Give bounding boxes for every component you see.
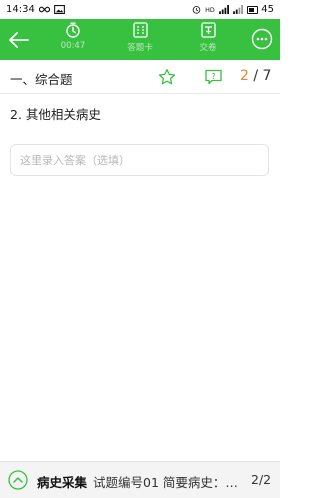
star-icon[interactable]: [158, 68, 176, 86]
answer-card-label: 答题卡: [127, 43, 153, 53]
case-page: 2/2: [251, 472, 272, 487]
more-button[interactable]: [251, 28, 273, 50]
top-toolbar: 00:47 答题卡 交卷: [0, 19, 280, 60]
case-summary: 试题编号01 简要病史：女性，: [93, 475, 241, 490]
expand-up-icon[interactable]: [8, 470, 28, 490]
question-text: 2. 其他相关病史: [10, 107, 101, 122]
image-icon: [53, 5, 65, 14]
question-progress: 2 / 7: [240, 68, 271, 84]
question-flag-icon[interactable]: ?: [205, 69, 222, 85]
back-arrow-icon: [9, 32, 29, 48]
status-bar: 14:34 HD 45: [0, 0, 280, 19]
battery-level: 45: [261, 4, 274, 15]
more-icon: [251, 28, 273, 50]
signal-icon: [219, 5, 230, 14]
back-button[interactable]: [6, 27, 32, 53]
signal-icon-2: [233, 5, 244, 14]
submit-label: 交卷: [199, 43, 217, 53]
answer-card-button[interactable]: 答题卡: [116, 22, 164, 58]
section-header: 一、综合题 ? 2 / 7: [0, 60, 280, 94]
case-title: 病史采集: [37, 475, 88, 490]
bottom-bar[interactable]: 病史采集 试题编号01 简要病史：女性， 2/2: [0, 461, 280, 498]
timer-label: 00:47: [60, 41, 86, 51]
infinity-icon: [38, 6, 50, 13]
battery-icon: [247, 5, 259, 14]
submit-button[interactable]: 交卷: [184, 22, 232, 58]
alarm-icon: [192, 6, 201, 14]
timer-icon: [66, 22, 80, 38]
answer-input[interactable]: [11, 145, 268, 175]
svg-text:HD: HD: [205, 7, 215, 14]
progress-total: / 7: [253, 68, 272, 84]
answer-card-icon: [132, 22, 148, 38]
timer-button[interactable]: 00:47: [49, 22, 97, 58]
answer-input-box[interactable]: [10, 144, 269, 176]
status-time: 14:34: [6, 4, 35, 15]
svg-text:?: ?: [211, 72, 215, 81]
progress-current: 2: [240, 68, 249, 84]
section-title: 一、综合题: [10, 72, 73, 87]
network-hd-icon: HD: [205, 7, 215, 14]
submit-icon: [200, 22, 216, 38]
